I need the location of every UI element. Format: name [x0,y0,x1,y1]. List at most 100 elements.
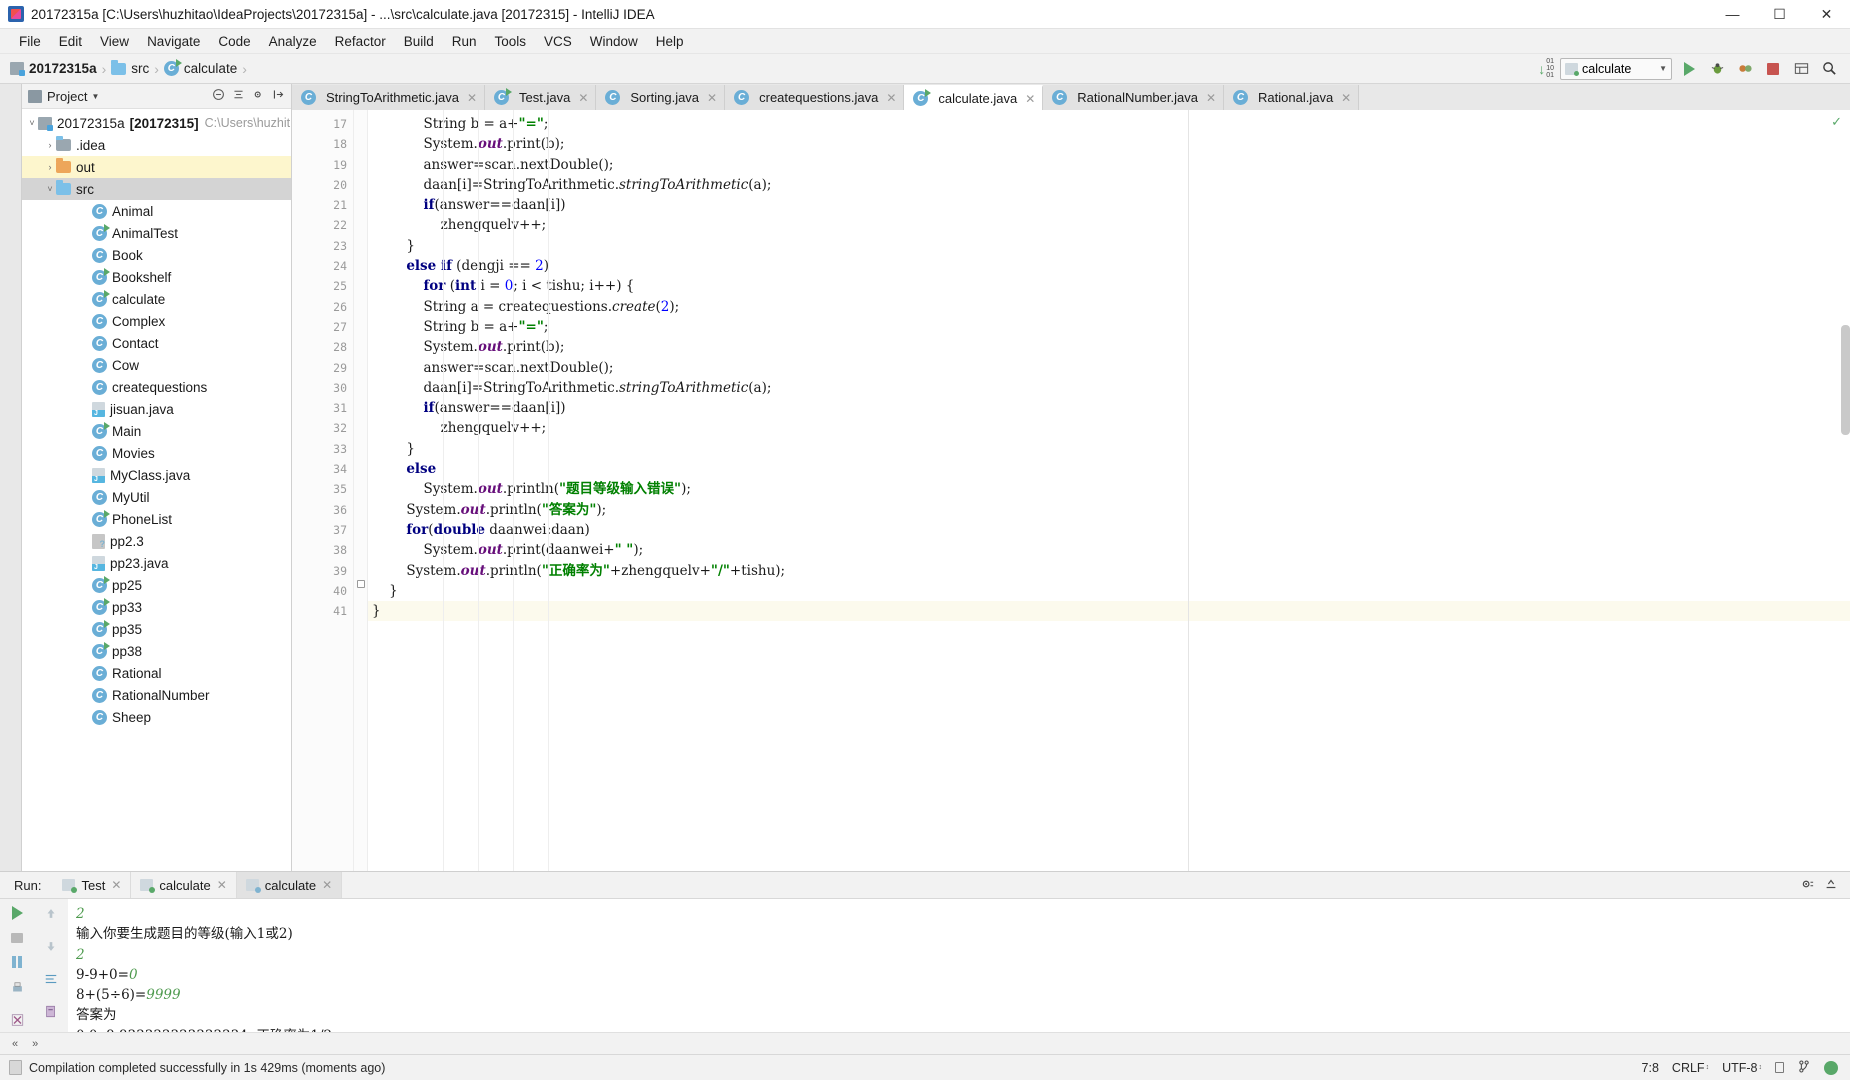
run-tab-calculate-1[interactable]: calculate ✕ [131,872,237,898]
branch-icon[interactable] [1797,1059,1811,1077]
code-line[interactable]: answer=scan.nextDouble(); [368,155,1850,175]
menu-item-view[interactable]: View [91,31,138,52]
editor-tab-calculate[interactable]: Ccalculate.java ✕ [904,85,1044,110]
code-line[interactable]: } [368,581,1850,601]
breadcrumb-item-20172315a[interactable]: 20172315a [29,61,97,76]
close-button[interactable]: ✕ [1803,0,1850,29]
gear-icon[interactable] [1800,877,1814,894]
inspection-status-icon[interactable]: ✓ [1831,114,1842,130]
tree-item-animal[interactable]: C Animal [22,200,291,222]
project-structure-button[interactable] [1790,58,1812,80]
inspection-icon[interactable] [1824,1060,1838,1075]
close-icon[interactable]: ✕ [707,91,717,105]
chevron-toggle-icon[interactable]: › [44,140,56,150]
code-line[interactable]: System.out.print(daanwei+" "); [368,540,1850,560]
tree-item-phonelist[interactable]: C PhoneList [22,508,291,530]
tree-item-myclass-java[interactable]: MyClass.java [22,464,291,486]
code-line[interactable]: else [368,459,1850,479]
editor-tab-stringtoarithmetic[interactable]: C StringToArithmetic.java ✕ [292,85,486,110]
code-line[interactable]: String b = a+"="; [368,114,1850,134]
menu-item-edit[interactable]: Edit [50,31,91,52]
clear-all-button[interactable] [10,1013,25,1032]
run-configuration-selector[interactable]: calculate ▼ [1560,57,1672,80]
hide-window-icon[interactable] [1824,877,1838,894]
editor-tab-rational[interactable]: C Rational.java ✕ [1224,85,1360,110]
close-icon[interactable]: ✕ [1206,91,1216,105]
menu-item-navigate[interactable]: Navigate [138,31,209,52]
scroll-up-button[interactable] [44,906,58,926]
tree-item-pp35[interactable]: Cpp35 [22,618,291,640]
scroll-down-button[interactable] [44,939,58,959]
tree-item-sheep[interactable]: C Sheep [22,706,291,728]
run-tab-test-0[interactable]: Test ✕ [53,872,132,898]
run-button[interactable] [1678,58,1700,80]
code-editor[interactable]: 17 18 19 20 21 22 23 24 25 26 27 28 29 30 31 32 33 34 35 36… [292,110,1850,871]
editor-scrollbar[interactable] [1841,325,1850,435]
tree-item-pp38[interactable]: Cpp38 [22,640,291,662]
project-tree[interactable]: ˅ 20172315a [20172315] C:\Users\huzhit › .ide… [22,109,291,871]
code-line[interactable]: } [368,601,1850,622]
tree-item-pp2-3[interactable]: pp2.3 [22,530,291,552]
code-line[interactable]: for (int i = 0; i < tishu; i++) { [368,276,1850,296]
chevron-toggle-icon[interactable]: ˅ [26,118,38,128]
code-line[interactable]: String a = createquestions.create(2); [368,297,1850,317]
stop-button[interactable] [1762,58,1784,80]
code-line[interactable]: for(double daanwei:daan) [368,520,1850,540]
menu-item-code[interactable]: Code [209,31,259,52]
tree-item-rational[interactable]: C Rational [22,662,291,684]
editor-tab-test[interactable]: C Test.java ✕ [485,85,597,110]
menu-item-window[interactable]: Window [581,31,647,52]
close-icon[interactable]: ✕ [111,878,121,892]
tree-item-jisuan-java[interactable]: jisuan.java [22,398,291,420]
tree-item-cow[interactable]: C Cow [22,354,291,376]
maximize-button[interactable]: ☐ [1756,0,1803,29]
print-button[interactable] [10,981,25,1000]
tree-item-out[interactable]: › out [22,156,291,178]
close-icon[interactable]: ✕ [217,878,227,892]
code-folding-column[interactable] [354,110,368,871]
collapse-left-icon[interactable]: « [12,1038,18,1050]
encoding-indicator[interactable]: UTF-8 ↕ [1722,1061,1762,1075]
code-line[interactable]: System.out.println("题目等级输入错误"); [368,479,1850,499]
code-line[interactable]: System.out.println("答案为"); [368,500,1850,520]
coverage-button[interactable] [1734,58,1756,80]
chevron-down-icon[interactable]: ▼ [91,92,99,101]
run-tab-calculate-2[interactable]: calculate ✕ [236,872,343,898]
expand-icon[interactable] [232,88,245,104]
close-icon[interactable]: ✕ [322,878,332,892]
code-line[interactable]: } [368,439,1850,459]
chevron-toggle-icon[interactable]: › [44,162,56,172]
code-line[interactable]: System.out.print(b); [368,337,1850,357]
stop-button[interactable] [11,933,23,943]
chevron-toggle-icon[interactable]: ˅ [44,184,56,194]
close-icon[interactable]: ✕ [467,91,477,105]
menu-item-run[interactable]: Run [443,31,486,52]
expand-right-icon[interactable]: » [32,1038,38,1050]
menu-item-refactor[interactable]: Refactor [326,31,395,52]
tree-item-contact[interactable]: C Contact [22,332,291,354]
rerun-button[interactable] [11,906,23,920]
close-icon[interactable]: ✕ [886,91,896,105]
tree-item-book[interactable]: C Book [22,244,291,266]
code-line[interactable]: zhengquelv++; [368,418,1850,438]
close-icon[interactable]: ✕ [1341,91,1351,105]
left-tool-strip[interactable] [0,84,22,871]
pause-button[interactable] [12,956,22,968]
hide-panel-icon[interactable] [272,88,285,104]
menu-item-tools[interactable]: Tools [486,31,536,52]
tree-item-rationalnumber[interactable]: C RationalNumber [22,684,291,706]
editor-tab-sorting[interactable]: C Sorting.java ✕ [596,85,726,110]
code-line[interactable]: else if (dengji == 2) [368,256,1850,276]
soft-wrap-button[interactable] [44,972,58,991]
tree-item-calculate[interactable]: Ccalculate [22,288,291,310]
export-button[interactable] [44,1004,58,1024]
tree-item--idea[interactable]: › .idea [22,134,291,156]
caret-position[interactable]: 7:8 [1642,1061,1659,1075]
debug-button[interactable] [1706,58,1728,80]
tree-item-myutil[interactable]: C MyUtil [22,486,291,508]
code-content[interactable]: String b = a+"="; System.out.print(b); a… [368,110,1850,871]
tree-item-animaltest[interactable]: C AnimalTest [22,222,291,244]
gear-icon[interactable] [252,88,265,104]
tree-item-movies[interactable]: C Movies [22,442,291,464]
code-line[interactable]: if(answer==daan[i]) [368,398,1850,418]
